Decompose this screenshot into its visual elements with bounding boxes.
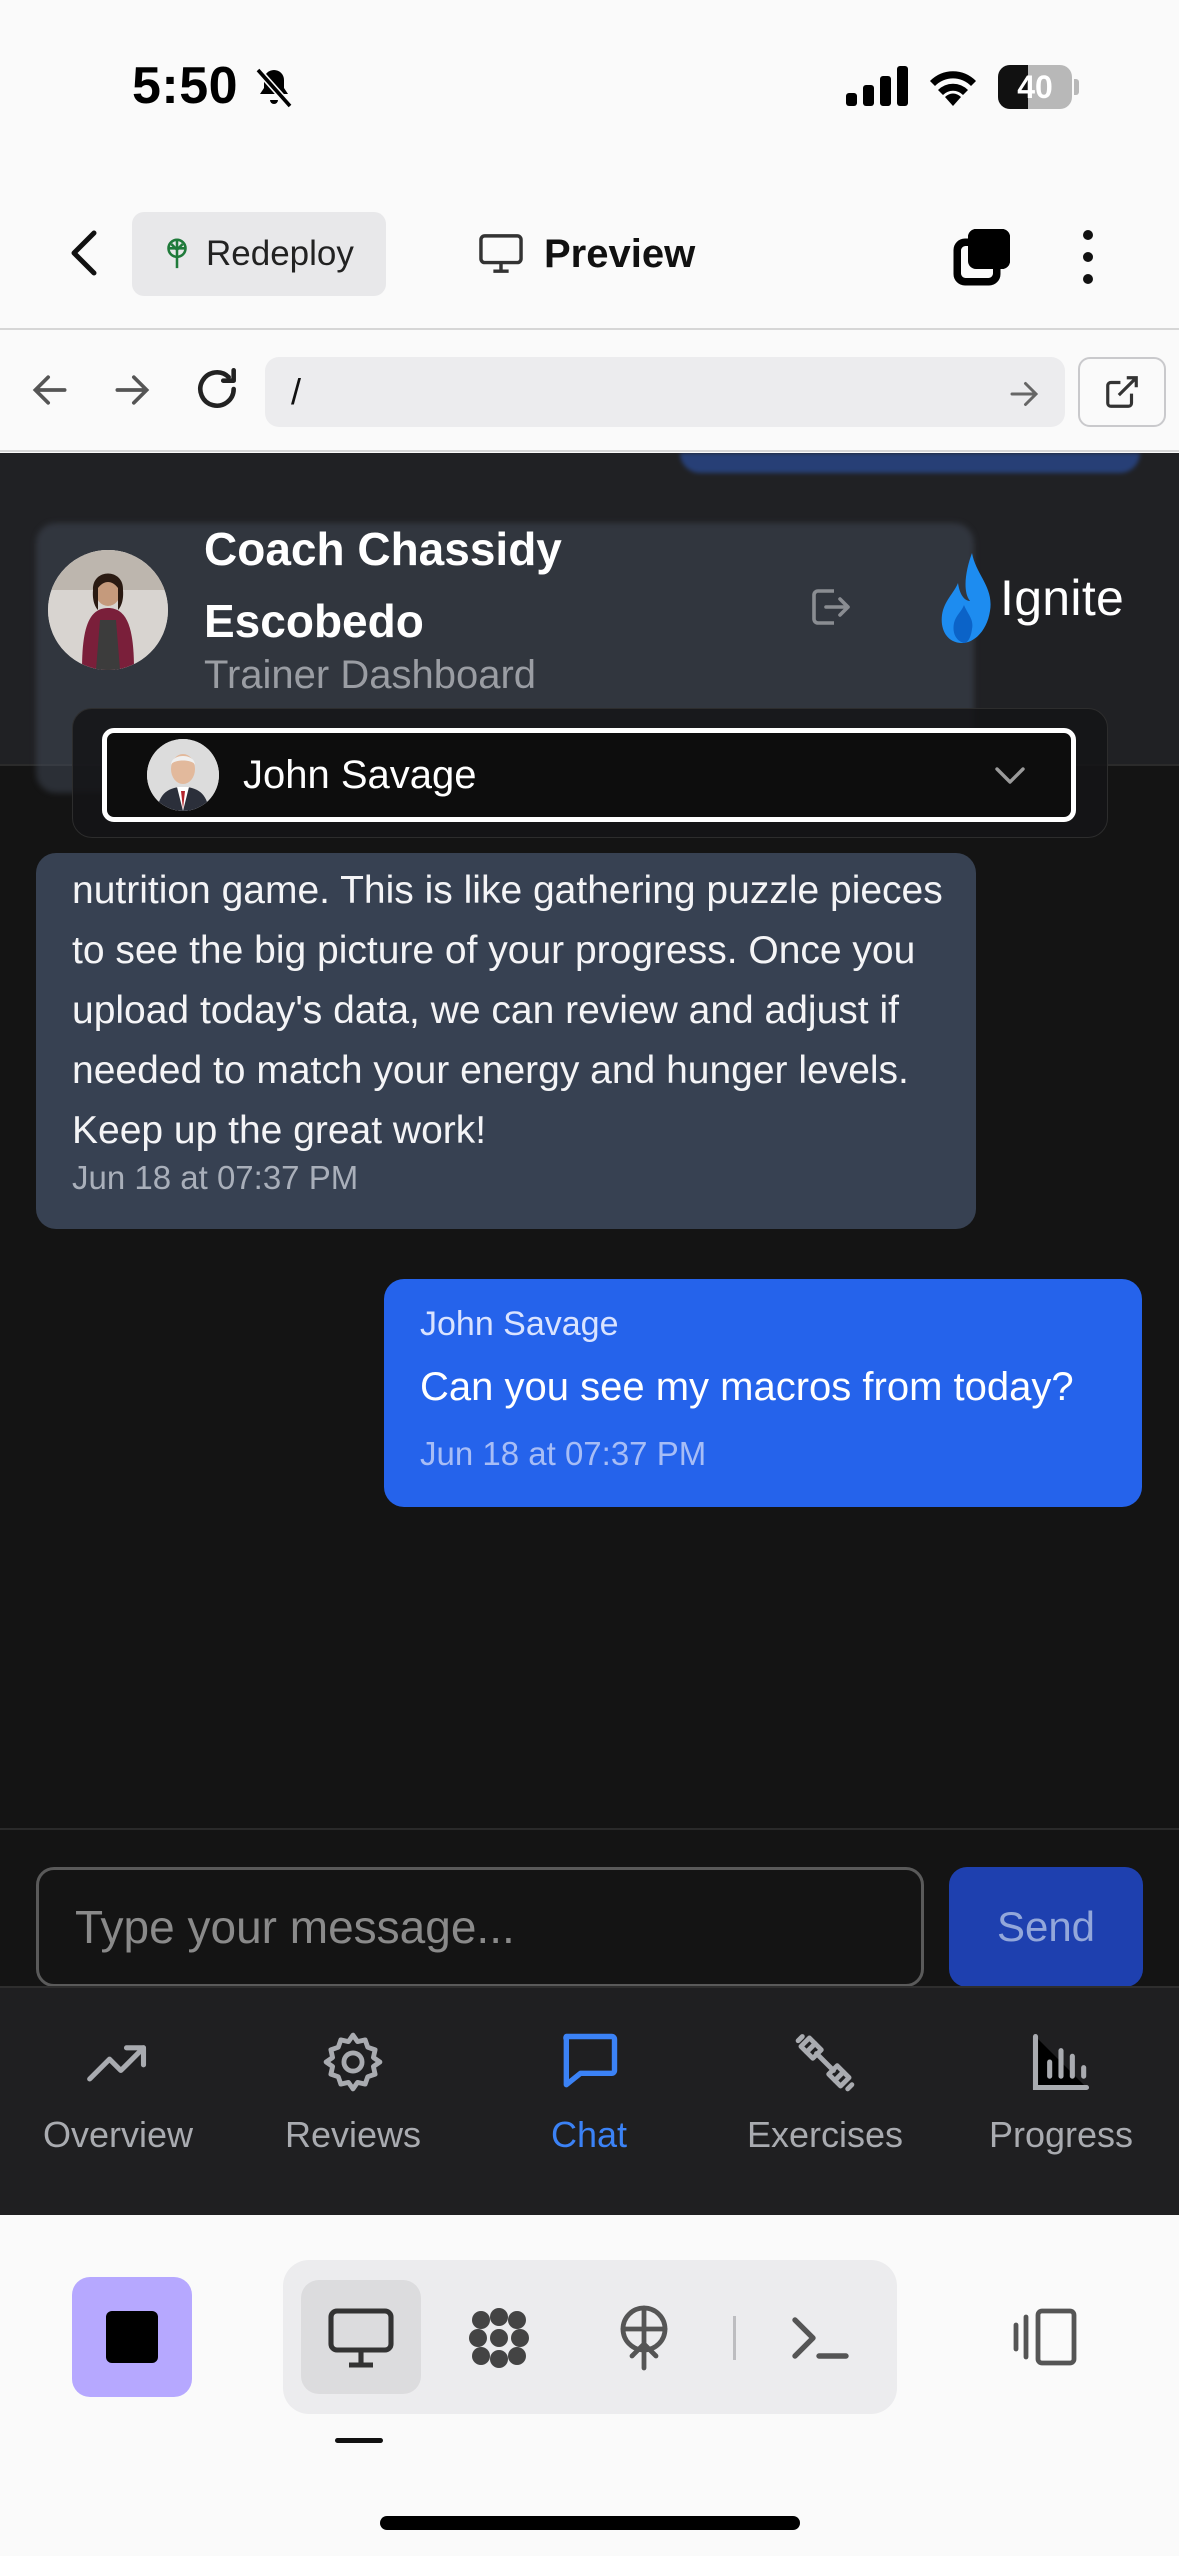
browser-url-bar: / [0,330,1179,452]
message-timestamp: Jun 18 at 07:37 PM [72,1159,359,1196]
tabs-icon[interactable] [950,225,1014,289]
monitor-icon [479,234,523,273]
chat-bubble-icon [563,2033,618,2088]
redeploy-label: Redeploy [206,234,354,273]
terminal-icon[interactable] [783,2302,855,2374]
message-text: Can you see my macros from today? [420,1365,1074,1409]
send-button[interactable]: Send [949,1867,1143,1987]
message-text: nutrition game. This is like gathering p… [72,869,943,1152]
dashboard-subtitle: Trainer Dashboard [204,653,537,697]
app-viewport: nutrition game. This is like gathering p… [0,453,1179,2215]
status-bar: 5:50 40 [0,0,1179,175]
dock-separator [733,2316,736,2360]
active-tool-underline [335,2438,383,2443]
ignite-logo: Ignite [940,553,1124,643]
tab-label: Reviews [284,2114,422,2155]
tab-label: Progress [988,2114,1134,2155]
outgoing-message: John Savage Can you see my macros from t… [384,1279,1142,1507]
coach-avatar [48,550,168,670]
trend-up-icon [87,2045,147,2082]
message-input[interactable] [36,1867,924,1987]
browser-back-icon[interactable] [28,368,72,412]
dock-tools [283,2260,897,2414]
flame-icon [941,553,991,643]
deploy-icon [167,238,187,269]
tab-label: Chat [550,2114,628,2155]
bar-chart-icon [1032,2033,1090,2091]
stop-button[interactable] [72,2277,192,2397]
tab-label: Overview [42,2114,194,2155]
client-select-dropdown[interactable]: John Savage [102,728,1076,822]
url-input[interactable]: / [265,357,1065,427]
preview-tab[interactable]: Preview [478,212,695,296]
url-go-arrow-icon[interactable] [1006,376,1042,412]
tab-exercises[interactable]: Exercises [707,2028,943,2178]
coach-name: Coach Chassidy Escobedo [204,523,562,647]
bell-slash-icon [255,67,293,109]
preview-monitor-icon[interactable] [325,2302,397,2374]
reload-icon[interactable] [192,364,242,414]
tab-overview[interactable]: Overview [0,2028,236,2178]
editor-toolbar: Redeploy Preview [0,175,1179,330]
battery-percent: 40 [1017,69,1053,105]
editor-dock [0,2215,1179,2556]
selected-client-name: John Savage [243,752,477,797]
home-indicator [380,2516,800,2530]
more-vertical-icon[interactable] [1070,225,1106,289]
stop-icon [106,2311,158,2363]
redeploy-button[interactable]: Redeploy [132,212,386,296]
external-link-icon [1106,376,1138,408]
logo-text: Ignite [1000,570,1125,626]
gear-icon [323,2032,383,2092]
client-avatar [147,739,219,811]
logout-icon[interactable] [806,583,854,631]
message-sender: John Savage [420,1305,619,1343]
agent-swirl-icon[interactable] [463,2302,535,2374]
split-view-icon[interactable] [1010,2305,1082,2369]
browser-forward-icon[interactable] [110,368,154,412]
tab-label: Exercises [746,2114,904,2155]
wifi-icon [930,71,976,106]
message-composer: Send [0,1828,1179,1987]
incoming-message: nutrition game. This is like gathering p… [36,853,976,1229]
message-timestamp: Jun 18 at 07:37 PM [420,1435,707,1472]
open-external-button[interactable] [1078,357,1166,427]
dumbbell-icon [795,2034,855,2092]
back-chevron-icon[interactable] [60,225,110,281]
deploy-icon[interactable] [608,2302,680,2374]
tab-chat[interactable]: Chat [471,2028,707,2178]
status-time: 5:50 [132,57,239,115]
battery-indicator: 40 [998,65,1079,109]
tab-progress[interactable]: Progress [943,2028,1179,2178]
tab-reviews[interactable]: Reviews [235,2028,471,2178]
preview-label: Preview [544,231,696,276]
chevron-down-icon [995,767,1025,784]
bottom-tab-bar: Overview Reviews Chat Exercises Progress [0,1986,1179,2215]
cellular-signal-icon [846,66,908,106]
